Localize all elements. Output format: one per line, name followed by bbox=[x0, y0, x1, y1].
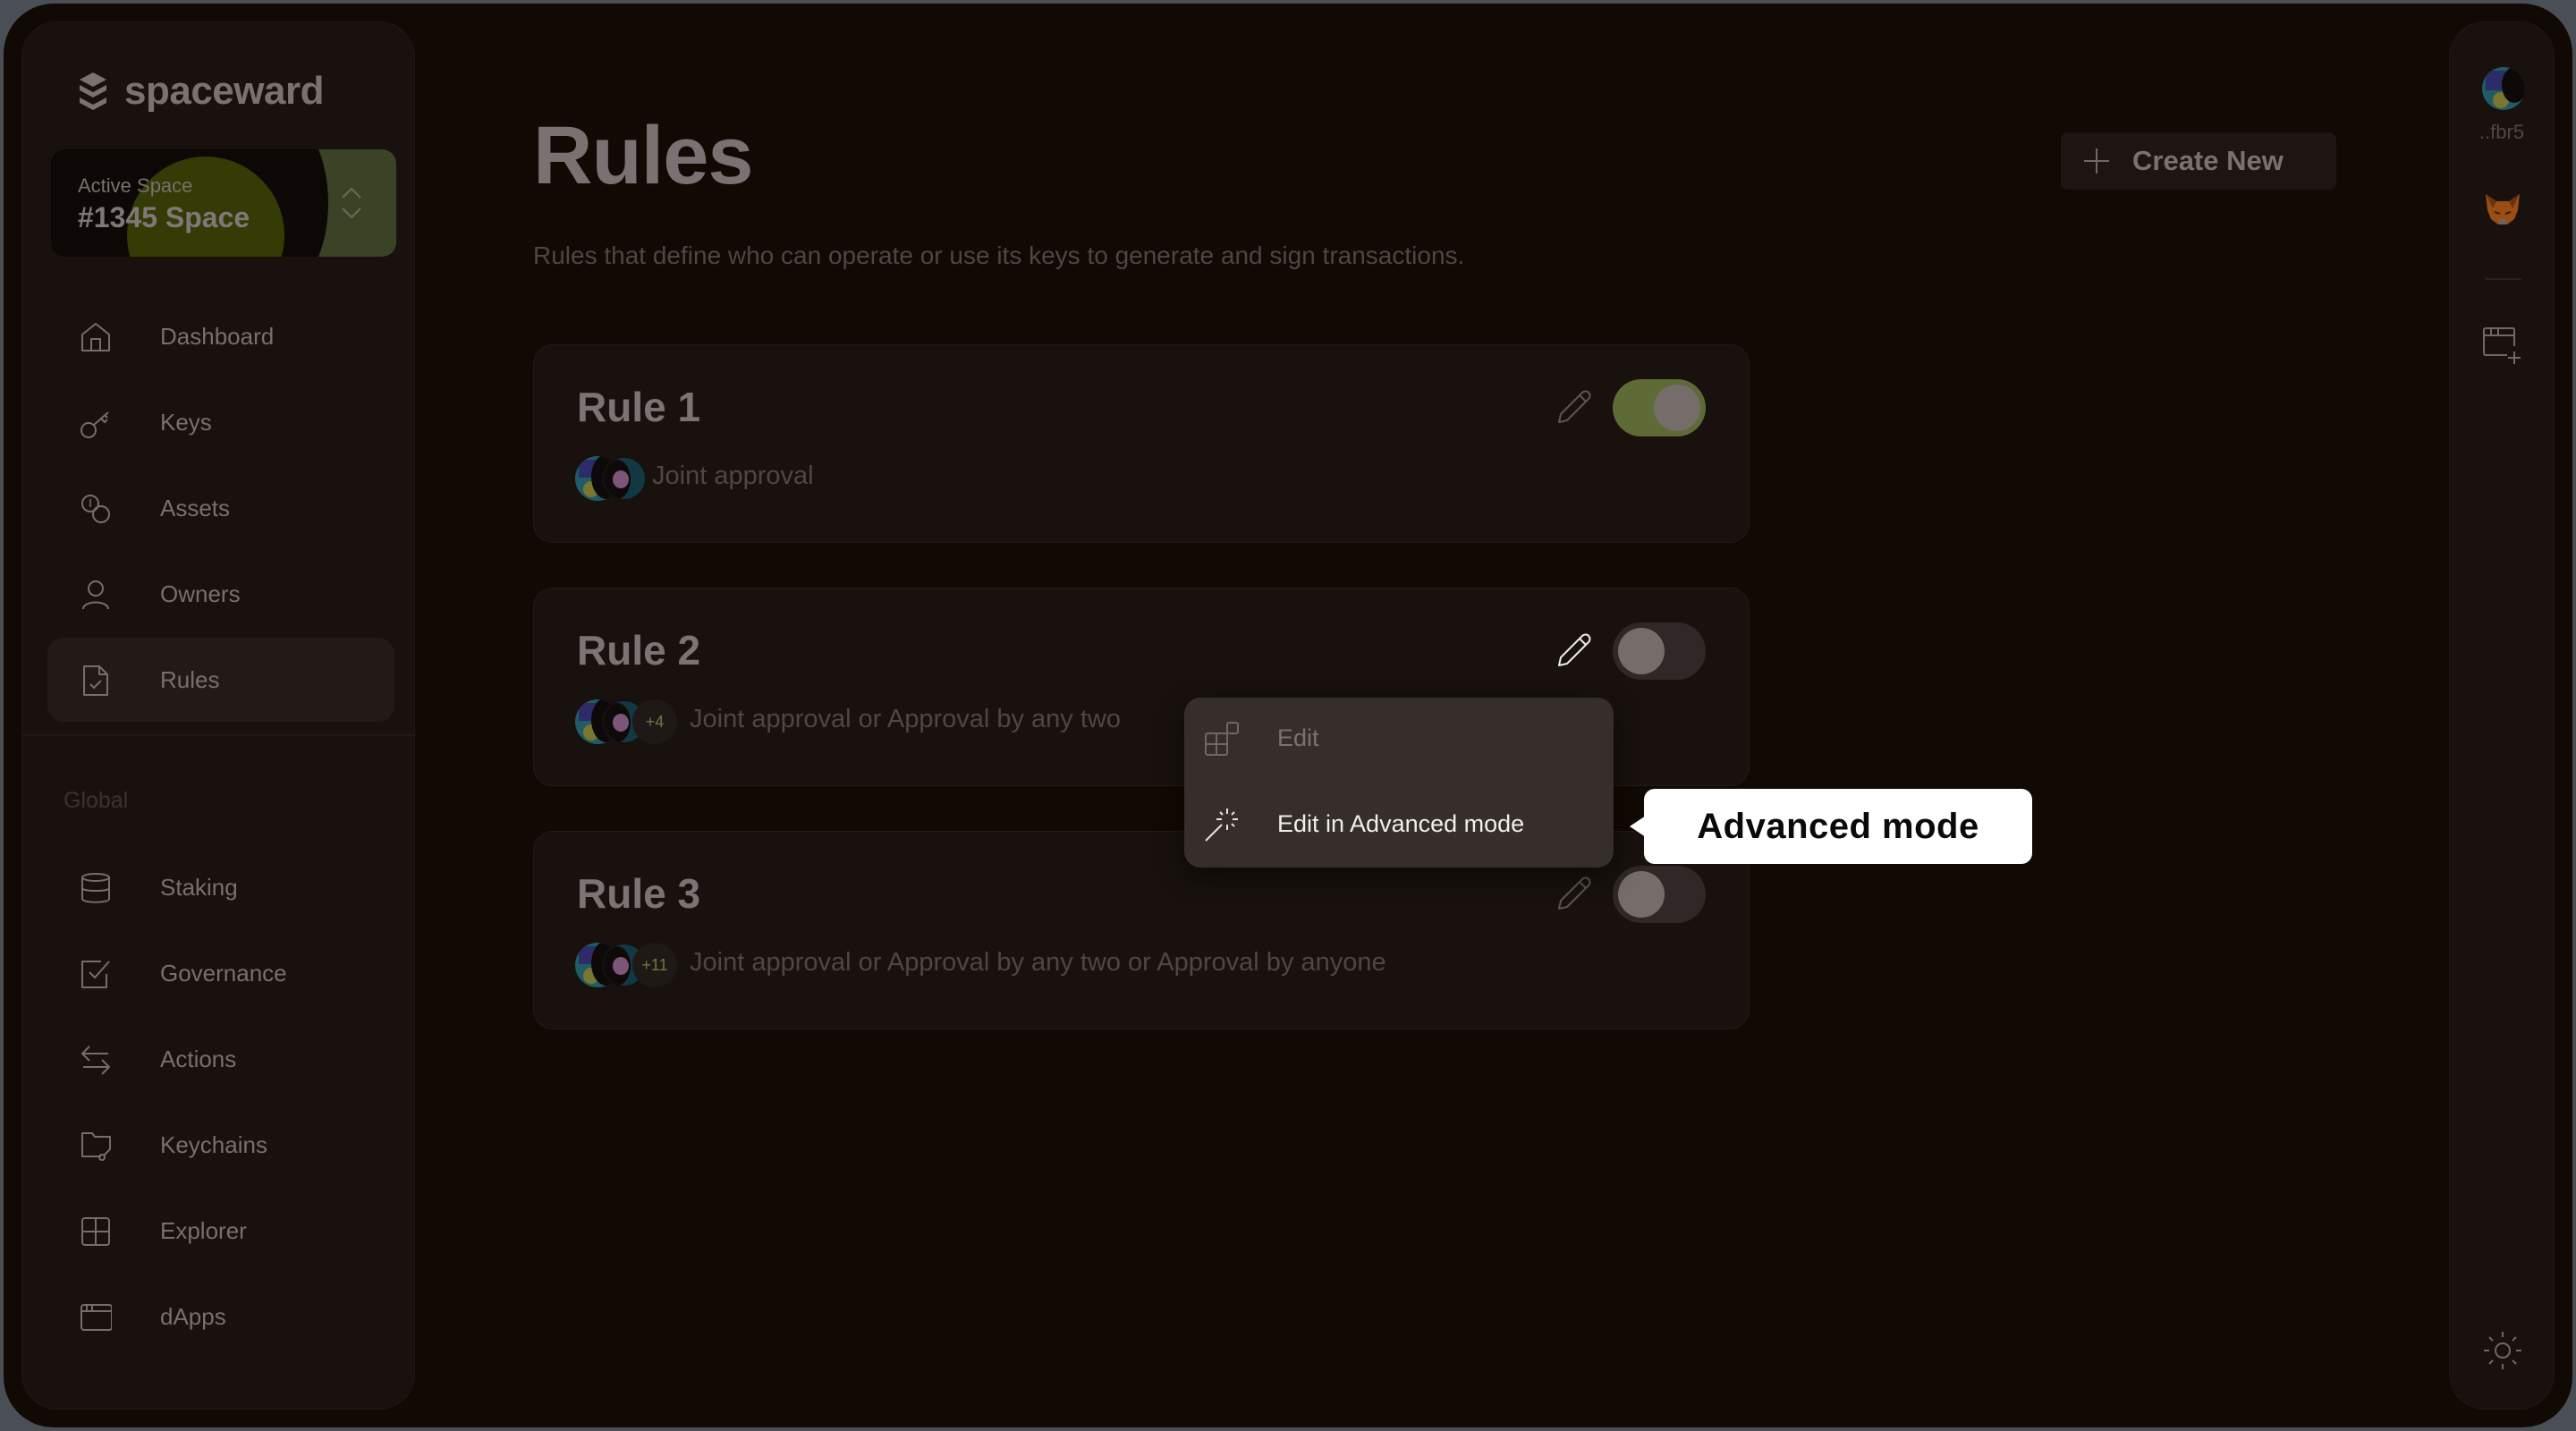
active-space-label: Active Space bbox=[78, 174, 193, 197]
rule-description: Joint approval or Approval by any two bbox=[690, 705, 1121, 733]
account-avatar[interactable] bbox=[2482, 67, 2525, 110]
toggle-knob bbox=[1618, 628, 1665, 674]
sidebar-item-label: Staking bbox=[160, 873, 238, 901]
sidebar-item-governance[interactable]: Governance bbox=[47, 931, 394, 1015]
rule-toggle[interactable] bbox=[1613, 866, 1706, 923]
active-space-name: #1345 Space bbox=[78, 201, 250, 233]
sidebar-item-actions[interactable]: Actions bbox=[47, 1017, 394, 1101]
rule-toggle[interactable] bbox=[1613, 379, 1706, 436]
create-new-button[interactable]: Create New bbox=[2061, 132, 2336, 190]
sidebar-item-label: Governance bbox=[160, 959, 287, 986]
extra-owners-count: +4 bbox=[632, 699, 677, 744]
sidebar-item-label: Keychains bbox=[160, 1130, 267, 1158]
sidebar-divider bbox=[22, 734, 414, 736]
brand-logo[interactable]: spaceward bbox=[76, 69, 324, 114]
chevron-up-down-icon bbox=[342, 187, 361, 219]
rule-description: Joint approval or Approval by any two or… bbox=[690, 948, 1386, 977]
sidebar-item-explorer[interactable]: Explorer bbox=[47, 1189, 394, 1273]
sidebar-item-rules[interactable]: Rules bbox=[47, 638, 394, 722]
rule-toggle[interactable] bbox=[1613, 622, 1706, 680]
owner-avatar bbox=[602, 456, 647, 501]
document-check-icon bbox=[83, 665, 108, 696]
rail-divider bbox=[2486, 278, 2521, 280]
sidebar-item-keys[interactable]: Keys bbox=[47, 380, 394, 464]
pencil-icon[interactable] bbox=[1552, 873, 1595, 916]
database-icon bbox=[81, 873, 110, 903]
sidebar-item-label: Explorer bbox=[160, 1216, 247, 1244]
pencil-icon[interactable] bbox=[1552, 386, 1595, 429]
brand-name: spaceward bbox=[124, 69, 324, 113]
menu-item-edit[interactable]: Edit bbox=[1184, 698, 1614, 778]
extra-owners-count: +11 bbox=[632, 943, 677, 987]
toggle-knob bbox=[1654, 385, 1700, 431]
rule-description: Joint approval bbox=[652, 461, 814, 490]
page-title: Rules bbox=[533, 110, 754, 201]
create-new-label: Create New bbox=[2132, 145, 2284, 176]
browser-window-icon bbox=[80, 1304, 112, 1331]
menu-item-label: Edit in Advanced mode bbox=[1277, 810, 1525, 837]
home-icon bbox=[81, 323, 110, 351]
spaceward-logo-icon bbox=[80, 72, 106, 110]
sun-theme-toggle-icon[interactable] bbox=[2482, 1330, 2523, 1371]
sidebar-item-assets[interactable]: Assets bbox=[47, 466, 394, 550]
checkbox-icon bbox=[81, 961, 110, 988]
active-space-selector[interactable]: Active Space #1345 Space bbox=[51, 149, 396, 257]
app-window: spaceward Active Space #1345 Space Dashb… bbox=[4, 4, 2572, 1427]
rule-title: Rule 3 bbox=[577, 870, 701, 917]
right-rail: ..fbr5 bbox=[2449, 21, 2555, 1410]
add-app-window-icon[interactable] bbox=[2482, 326, 2523, 366]
menu-item-label: Edit bbox=[1277, 724, 1319, 751]
grid-icon bbox=[81, 1217, 110, 1246]
advanced-mode-tooltip: Advanced mode bbox=[1630, 789, 2032, 864]
user-icon bbox=[82, 580, 109, 610]
layout-blocks-icon bbox=[1205, 722, 1239, 756]
folder-key-icon bbox=[81, 1132, 111, 1161]
toggle-knob bbox=[1618, 871, 1665, 918]
coins-icon bbox=[81, 495, 110, 523]
arrows-exchange-icon bbox=[80, 1046, 111, 1075]
page-subtitle: Rules that define who can operate or use… bbox=[533, 241, 1465, 269]
magic-wand-icon bbox=[1205, 809, 1238, 842]
sidebar-item-staking[interactable]: Staking bbox=[47, 845, 394, 929]
sidebar-item-keychains[interactable]: Keychains bbox=[47, 1103, 394, 1187]
sidebar-item-label: Assets bbox=[160, 494, 231, 521]
tooltip-text: Advanced mode bbox=[1697, 806, 1979, 846]
account-address: ..fbr5 bbox=[2479, 121, 2525, 143]
pencil-icon[interactable] bbox=[1552, 630, 1595, 673]
edit-dropdown-menu: Edit Edit in Advanced mode bbox=[1184, 698, 1614, 868]
metamask-fox-icon[interactable] bbox=[2484, 192, 2521, 228]
rule-card: Rule 1 Joint approval bbox=[533, 344, 1750, 543]
sidebar-item-label: Dashboard bbox=[160, 322, 275, 350]
sidebar-item-label: Keys bbox=[160, 408, 212, 436]
key-icon bbox=[80, 411, 109, 438]
sidebar-item-dapps[interactable]: dApps bbox=[47, 1274, 394, 1359]
rule-title: Rule 2 bbox=[577, 627, 701, 673]
sidebar-item-label: Rules bbox=[160, 665, 220, 693]
sidebar-item-owners[interactable]: Owners bbox=[47, 552, 394, 636]
sidebar-item-dashboard[interactable]: Dashboard bbox=[47, 294, 394, 378]
sidebar-item-label: dApps bbox=[160, 1302, 226, 1330]
plus-icon bbox=[2084, 148, 2109, 174]
sidebar-item-label: Owners bbox=[160, 580, 241, 607]
sidebar: spaceward Active Space #1345 Space Dashb… bbox=[21, 21, 415, 1410]
menu-item-edit-advanced[interactable]: Edit in Advanced mode bbox=[1184, 783, 1614, 864]
sidebar-group-label: Global bbox=[64, 788, 129, 813]
rule-title: Rule 1 bbox=[577, 384, 701, 430]
sidebar-item-label: Actions bbox=[160, 1045, 237, 1072]
